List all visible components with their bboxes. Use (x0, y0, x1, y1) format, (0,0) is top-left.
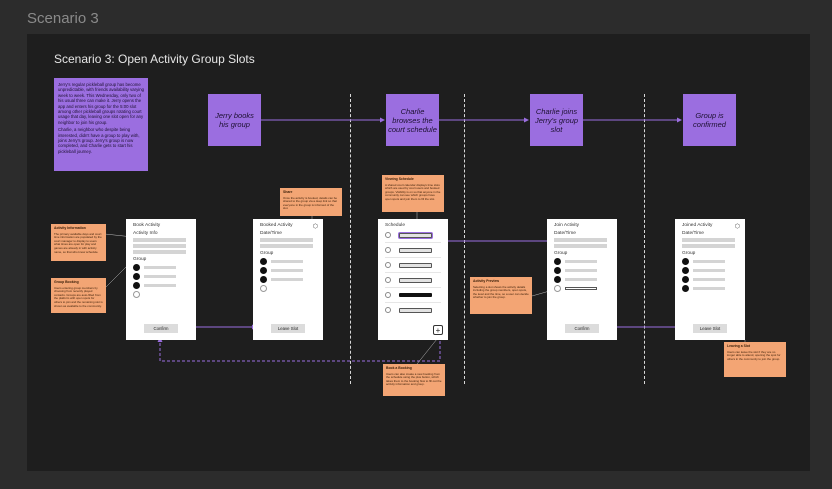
callout-heading: Activity Preview (473, 279, 500, 283)
avatar (682, 267, 689, 274)
callout-heading: Book a Booking (386, 366, 412, 370)
section-activity-info: Activity Info (133, 231, 158, 236)
section-date-time: Date/Time (260, 231, 282, 236)
schedule-slot[interactable] (385, 247, 441, 253)
info-field (554, 244, 607, 248)
avatar (554, 258, 561, 265)
callout-body: A shared court calendar displays time sl… (385, 182, 441, 201)
avatar (682, 276, 689, 283)
group-member (554, 267, 610, 274)
group-member (260, 276, 316, 283)
section-group: Group (554, 251, 568, 256)
callout-heading: Share (283, 190, 293, 194)
callout-group-booking: Group Booking Users entering group membe… (51, 278, 106, 313)
leave-slot-button[interactable]: Leave Slot (271, 324, 305, 333)
schedule-slot[interactable] (385, 232, 441, 238)
screen-book-activity: Book Activity Activity Info Group Confir… (126, 219, 196, 340)
info-field[interactable] (133, 250, 186, 254)
empty-avatar (554, 285, 561, 292)
section-group: Group (682, 251, 696, 256)
open-slot[interactable] (133, 291, 189, 298)
callout-heading: Viewing Schedule (385, 177, 414, 181)
group-member[interactable] (133, 264, 189, 271)
schedule-slot[interactable] (385, 277, 441, 283)
group-member (554, 258, 610, 265)
avatar (133, 282, 140, 289)
section-date-time: Date/Time (554, 231, 576, 236)
schedule-slot-booked[interactable] (385, 292, 441, 298)
share-icon[interactable]: ⬡ (735, 223, 740, 230)
group-member (260, 267, 316, 274)
avatar (260, 258, 267, 265)
avatar (554, 276, 561, 283)
screen-title: Book Activity (133, 223, 161, 228)
screen-title: Joined Activity (682, 223, 713, 228)
screen-joined-activity: Joined Activity ⬡ Date/Time Group Leave … (675, 219, 745, 340)
callout-activity-preview: Activity Preview Selecting a slot shows … (470, 277, 532, 314)
group-member (682, 276, 738, 283)
empty-avatar (260, 285, 267, 292)
callout-body: Once the activity is booked, details can… (283, 195, 337, 211)
empty-avatar (133, 291, 140, 298)
callout-body: Users entering group members by choosing… (54, 285, 103, 308)
info-field[interactable] (133, 238, 186, 242)
group-member (682, 285, 738, 292)
open-slot (260, 285, 316, 292)
section-group: Group (260, 251, 274, 256)
add-booking-button[interactable]: + (433, 325, 443, 335)
share-icon[interactable]: ⬡ (313, 223, 318, 230)
confirm-button[interactable]: Confirm (144, 324, 178, 333)
page-label: Scenario 3 (27, 10, 99, 27)
screen-booked-activity: Booked Activity ⬡ Date/Time Group Leave … (253, 219, 323, 340)
schedule-slot[interactable] (385, 262, 441, 268)
callout-heading: Activity Information (54, 226, 86, 230)
schedule-slot[interactable] (385, 307, 441, 313)
section-date-time: Date/Time (682, 231, 704, 236)
scenario-frame: Scenario 3: Open Activity Group Slots Je… (27, 34, 810, 471)
connector-schedule-to-book (157, 337, 441, 362)
info-field (682, 244, 735, 248)
screen-join-activity: Join Activity Date/Time Group Confirm (547, 219, 617, 340)
callout-share: Share Once the activity is booked, detai… (280, 188, 342, 216)
callout-activity-information: Activity Information The primary availab… (51, 224, 106, 261)
avatar (682, 285, 689, 292)
callout-heading: Group Booking (54, 280, 79, 284)
avatar (554, 267, 561, 274)
info-field (260, 244, 313, 248)
group-member (682, 267, 738, 274)
group-member (682, 258, 738, 265)
callout-heading: Leaving a Slot (727, 344, 750, 348)
leave-slot-button[interactable]: Leave Slot (693, 324, 727, 333)
callout-body: Selecting a slot shows the activity deta… (473, 284, 529, 300)
screen-title: Booked Activity (260, 223, 293, 228)
group-member (260, 258, 316, 265)
callout-viewing-schedule: Viewing Schedule A shared court calendar… (382, 175, 444, 212)
screen-schedule: Schedule + (378, 219, 448, 340)
info-field (260, 238, 313, 242)
avatar (682, 258, 689, 265)
callout-book-a-booking: Book a Booking Users can also create a n… (383, 364, 445, 396)
group-member[interactable] (133, 282, 189, 289)
avatar (260, 276, 267, 283)
info-field (682, 238, 735, 242)
screen-title: Join Activity (554, 223, 580, 228)
group-member (554, 276, 610, 283)
callout-body: The primary available days and court tim… (54, 231, 102, 254)
avatar (133, 264, 140, 271)
open-slot[interactable] (554, 285, 610, 292)
callout-leaving-a-slot: Leaving a Slot Users can leave the slot … (724, 342, 786, 377)
avatar (133, 273, 140, 280)
section-group: Group (133, 257, 147, 262)
callout-body: Users can leave the slot if they are no … (727, 349, 781, 361)
callout-body: Users can also create a new booking from… (386, 371, 442, 387)
info-field (554, 238, 607, 242)
screen-title: Schedule (385, 223, 406, 228)
confirm-button[interactable]: Confirm (565, 324, 599, 333)
avatar (260, 267, 267, 274)
group-member[interactable] (133, 273, 189, 280)
info-field[interactable] (133, 244, 186, 248)
